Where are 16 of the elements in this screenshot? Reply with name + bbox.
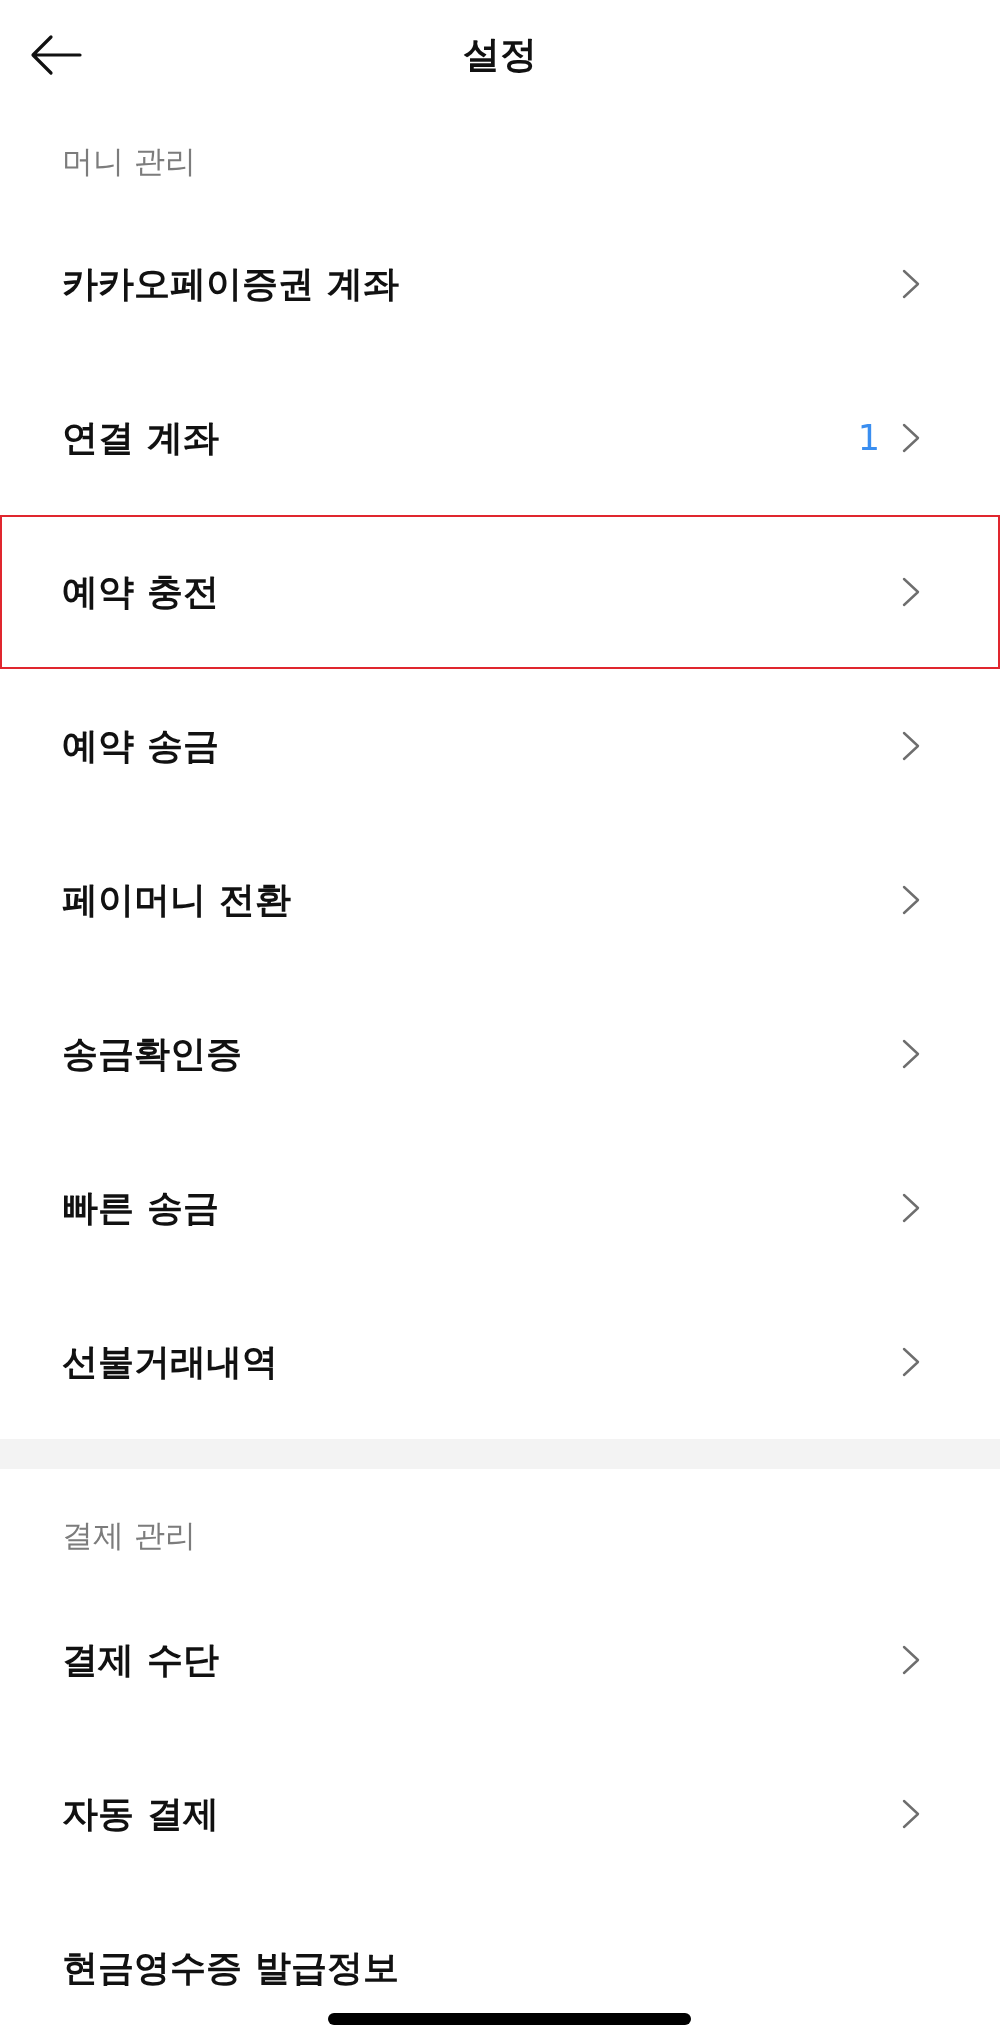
menu-item[interactable]: 자동 결제: [0, 1737, 1000, 1891]
menu-item[interactable]: 연결 계좌 1: [0, 361, 1000, 515]
highlighted-menu-item[interactable]: 예약 충전: [0, 515, 1000, 669]
menu-item[interactable]: 예약 송금: [0, 669, 1000, 823]
account-count: 1: [857, 418, 880, 458]
menu-item[interactable]: 빠른 송금: [0, 1131, 1000, 1285]
page-title: 설정: [463, 32, 537, 78]
menu-item[interactable]: 페이머니 전환: [0, 823, 1000, 977]
back-arrow-icon: [30, 34, 82, 76]
section-title: 결제 관리: [62, 1516, 196, 1555]
menu-item[interactable]: 송금확인증: [0, 977, 1000, 1131]
menu-item[interactable]: 결제 수단: [0, 1583, 1000, 1737]
menu-item[interactable]: 현금영수증 발급정보: [0, 1891, 1000, 2044]
section-title: 머니 관리: [62, 141, 196, 181]
menu-item[interactable]: 카카오페이증권 계좌: [0, 207, 1000, 361]
menu-item[interactable]: 선불거래내역: [0, 1285, 1000, 1439]
